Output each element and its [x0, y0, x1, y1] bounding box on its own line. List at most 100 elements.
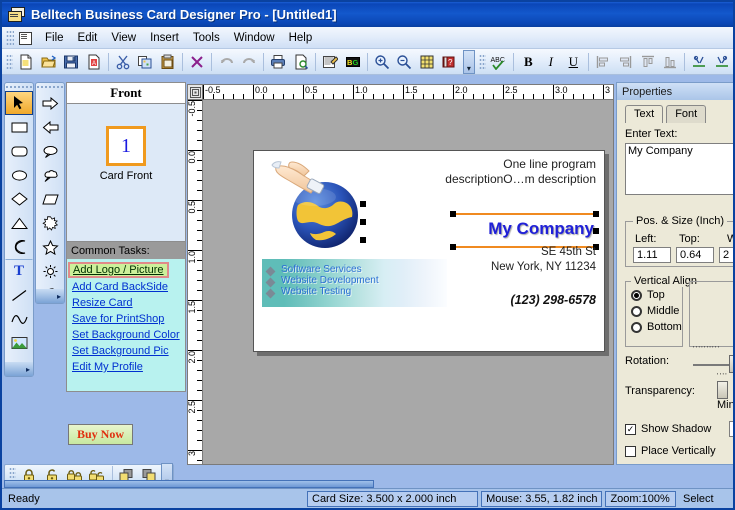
rounded-rectangle-tool[interactable]	[5, 139, 33, 163]
left-input[interactable]: 1.11	[633, 247, 671, 263]
open-icon[interactable]	[37, 49, 59, 74]
selection-handle[interactable]	[450, 211, 456, 217]
zoom-out-icon[interactable]	[393, 49, 415, 74]
callout-cloud-tool[interactable]	[36, 163, 64, 187]
radio-middle[interactable]: Middle	[631, 305, 682, 317]
task-set-background-color[interactable]: Set Background Color	[69, 327, 185, 343]
buy-now-button[interactable]: Buy Now	[68, 424, 134, 445]
arrow-left-tool[interactable]	[36, 115, 64, 139]
task-set-background-pic[interactable]: Set Background Pic	[69, 343, 185, 359]
distribute-horizontal-icon[interactable]	[688, 49, 710, 74]
toolbar-overflow-button[interactable]: ▾	[462, 49, 475, 74]
top-input[interactable]: 0.64	[676, 247, 714, 263]
grid-icon[interactable]	[416, 49, 438, 74]
print-preview-icon[interactable]	[290, 49, 312, 74]
show-shadow-checkbox[interactable]: ✓ Show Shadow	[625, 423, 711, 435]
card-address[interactable]: SE 45th St New York, NY 11234	[386, 245, 596, 275]
distribute-vertical-icon[interactable]	[711, 49, 733, 74]
ruler-origin-button[interactable]	[187, 84, 203, 100]
task-save-for-printshop[interactable]: Save for PrintShop	[69, 311, 185, 327]
menu-item-tools[interactable]: Tools	[186, 30, 227, 46]
task-add-logo-picture[interactable]: Add Logo / Picture	[68, 262, 169, 278]
menu-item-view[interactable]: View	[104, 30, 143, 46]
undo-icon[interactable]	[215, 49, 237, 74]
bold-icon[interactable]: B	[517, 49, 539, 74]
paste-icon[interactable]	[157, 49, 179, 74]
autoshapes-overflow-button[interactable]: ▸	[36, 289, 64, 303]
copy-icon[interactable]	[134, 49, 156, 74]
properties-icon[interactable]	[319, 49, 341, 74]
spell-check-icon[interactable]: ABC	[488, 49, 510, 74]
place-vertically-checkbox[interactable]: Place Vertically	[625, 445, 716, 457]
menu-item-insert[interactable]: Insert	[143, 30, 186, 46]
tab-text[interactable]: Text	[625, 105, 664, 123]
parallelogram-tool[interactable]	[36, 187, 64, 211]
star-tool[interactable]	[36, 235, 64, 259]
sun-tool[interactable]	[36, 259, 64, 283]
image-handle[interactable]	[360, 201, 366, 207]
redo-icon[interactable]	[238, 49, 260, 74]
explosion-tool[interactable]	[36, 211, 64, 235]
enter-text-input[interactable]: My Company	[625, 143, 733, 195]
menu-item-file[interactable]: File	[38, 30, 71, 46]
align-top-icon[interactable]	[636, 49, 658, 74]
align-bottom-icon[interactable]	[659, 49, 681, 74]
menu-grip[interactable]	[6, 29, 14, 46]
help-icon[interactable]: ?	[438, 49, 460, 74]
save-icon[interactable]	[60, 49, 82, 74]
business-card[interactable]: Software Services Website Development We…	[253, 150, 605, 352]
design-canvas[interactable]: Software Services Website Development We…	[203, 100, 614, 465]
image-handle[interactable]	[360, 219, 366, 225]
menu-item-help[interactable]: Help	[282, 30, 320, 46]
curve-tool[interactable]	[5, 307, 33, 331]
delete-icon[interactable]	[186, 49, 208, 74]
card-phone[interactable]: (123) 298-6578	[386, 293, 596, 307]
new-icon[interactable]	[15, 49, 37, 74]
text-tool[interactable]: T	[5, 259, 33, 283]
zoom-in-icon[interactable]	[371, 49, 393, 74]
radio-top[interactable]: Top	[631, 289, 682, 301]
card-tagline[interactable]: One line program descriptionO…m descript…	[366, 157, 596, 187]
image-handle[interactable]	[360, 237, 366, 243]
arrow-right-tool[interactable]	[36, 91, 64, 115]
diamond-tool[interactable]	[5, 187, 33, 211]
company-name-text[interactable]: My Company	[384, 219, 594, 239]
menu-item-edit[interactable]: Edit	[71, 30, 105, 46]
rectangle-tool[interactable]	[5, 115, 33, 139]
transparency-slider-thumb[interactable]	[717, 381, 728, 399]
task-add-card-backside[interactable]: Add Card BackSide	[69, 279, 185, 295]
select-tool[interactable]	[5, 91, 33, 115]
radio-bottom[interactable]: Bottom	[631, 321, 682, 333]
align-right-icon[interactable]	[614, 49, 636, 74]
shadow-options-button[interactable]: .	[729, 421, 733, 437]
selection-handle[interactable]	[593, 211, 599, 217]
vertical-ruler[interactable]: -0.5 0.0 0.5 1.0 1.5 2.0 2.5 3	[187, 100, 203, 465]
menu-item-window[interactable]: Window	[227, 30, 282, 46]
selection-handle[interactable]	[593, 228, 599, 234]
cut-icon[interactable]	[112, 49, 134, 74]
align-left-icon[interactable]	[591, 49, 613, 74]
task-resize-card[interactable]: Resize Card	[69, 295, 185, 311]
italic-icon[interactable]: I	[540, 49, 562, 74]
triangle-tool[interactable]	[5, 211, 33, 235]
background-icon[interactable]: B G	[341, 49, 363, 74]
underline-icon[interactable]: U	[562, 49, 584, 74]
line-tool[interactable]	[5, 283, 33, 307]
card-front-thumbnail[interactable]: 1	[106, 126, 146, 166]
toolbar-grip[interactable]	[6, 53, 13, 70]
export-pdf-icon[interactable]: A	[82, 49, 104, 74]
task-edit-my-profile[interactable]: Edit My Profile	[69, 359, 185, 375]
autoshapes-grip[interactable]	[36, 83, 64, 91]
toolbox-overflow-button[interactable]: ▸	[5, 362, 33, 376]
print-icon[interactable]	[267, 49, 289, 74]
toolbox-grip[interactable]	[5, 83, 33, 91]
horizontal-ruler[interactable]: -0.5 0.0 0.5 1.0 1.5 2.0 2.5 3.0 3	[203, 84, 614, 100]
rotation-slider-thumb[interactable]	[729, 355, 733, 373]
arc-tool[interactable]	[5, 235, 33, 259]
tab-font[interactable]: Font	[666, 105, 707, 123]
toolbar2-grip[interactable]	[478, 53, 486, 70]
callout-oval-tool[interactable]	[36, 139, 64, 163]
width-input[interactable]: 2	[719, 247, 733, 263]
picture-tool[interactable]	[5, 331, 33, 355]
ellipse-tool[interactable]	[5, 163, 33, 187]
